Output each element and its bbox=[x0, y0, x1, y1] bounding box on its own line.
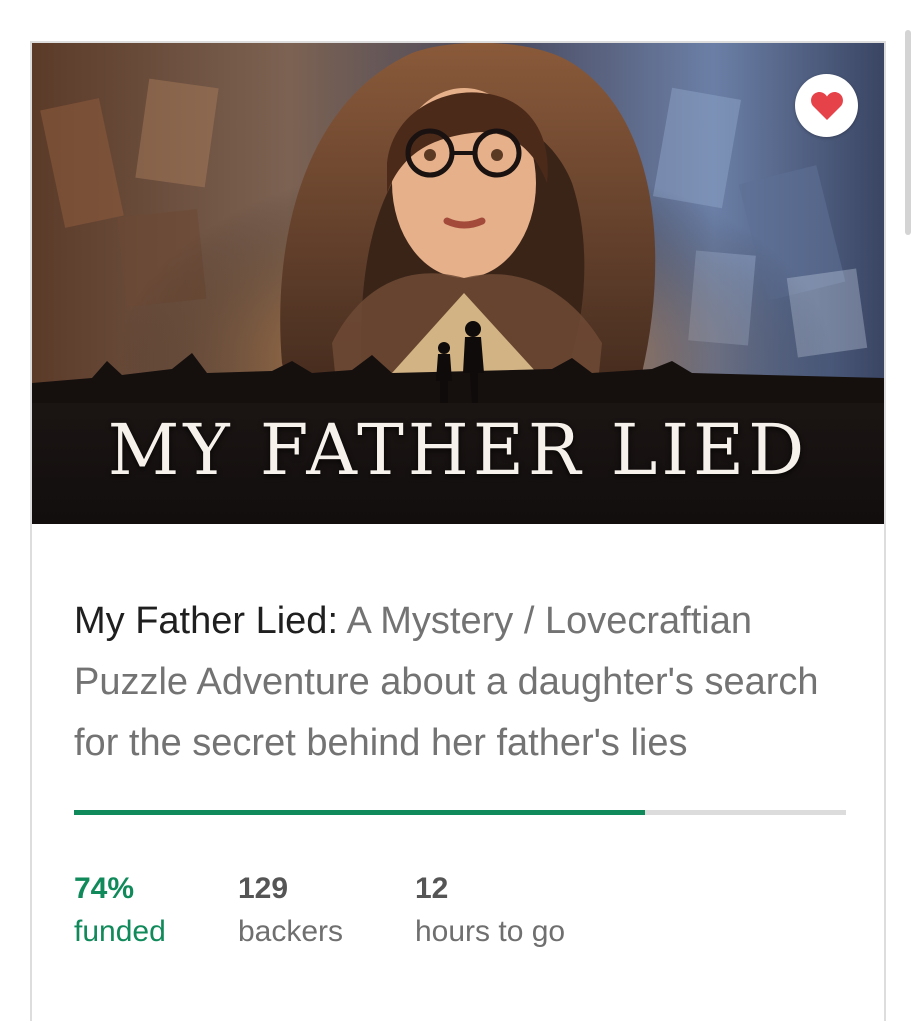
funding-progress-fill bbox=[74, 810, 646, 815]
stat-backers-value: 129 bbox=[238, 872, 289, 905]
stat-time-left-label: hours to go bbox=[415, 915, 566, 948]
project-image[interactable]: MY FATHER LIED bbox=[32, 43, 884, 524]
stat-backers-label: backers bbox=[238, 915, 344, 948]
stat-funded-label: funded bbox=[74, 915, 166, 948]
funding-progress-bar bbox=[74, 810, 846, 815]
heart-icon bbox=[810, 91, 843, 120]
stat-backers: 129 backers bbox=[238, 867, 343, 953]
favorite-button[interactable] bbox=[795, 74, 858, 137]
project-card[interactable]: MY FATHER LIED My Father Lied: A Mystery… bbox=[30, 41, 886, 1021]
stat-time-left: 12 hours to go bbox=[415, 867, 565, 953]
project-description[interactable]: My Father Lied: A Mystery / Lovecraftian… bbox=[74, 591, 849, 774]
stat-funded: 74% funded bbox=[74, 867, 166, 953]
project-title[interactable]: My Father Lied: bbox=[74, 600, 338, 642]
project-image-title: MY FATHER LIED bbox=[107, 409, 809, 491]
stat-funded-value: 74% bbox=[74, 872, 135, 905]
stat-time-left-value: 12 bbox=[415, 872, 449, 905]
scrollbar-thumb[interactable] bbox=[905, 30, 911, 235]
